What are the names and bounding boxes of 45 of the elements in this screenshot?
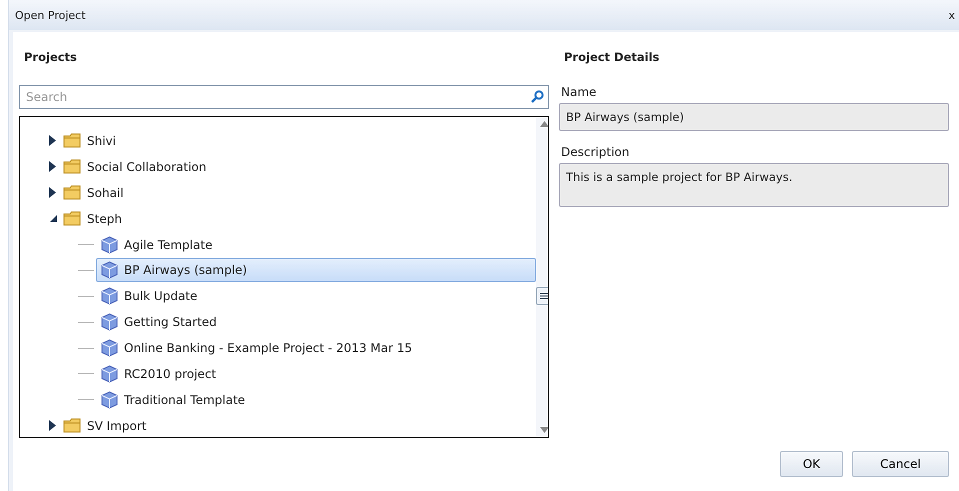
cube-icon — [101, 261, 118, 280]
expand-arrow-icon[interactable] — [49, 135, 56, 146]
tree-item[interactable]: Getting Started — [96, 310, 222, 334]
field-label: Description — [560, 144, 630, 161]
description-field[interactable]: This is a sample project for BP Airways. — [559, 163, 949, 207]
expand-arrow-icon[interactable] — [49, 161, 56, 172]
name-field[interactable]: BP Airways (sample) — [559, 103, 949, 131]
ok-button[interactable]: OK — [780, 451, 843, 477]
tree-item[interactable]: Bulk Update — [96, 284, 202, 308]
expand-arrow-icon[interactable] — [49, 187, 56, 198]
tree-folder[interactable]: Social Collaboration — [58, 156, 212, 178]
cube-icon — [101, 364, 118, 383]
tree-item[interactable]: Agile Template — [96, 232, 218, 256]
collapse-arrow-icon[interactable] — [49, 214, 58, 224]
cancel-button[interactable]: Cancel — [852, 451, 949, 477]
tree-folder[interactable]: Steph — [58, 208, 127, 230]
search-icon[interactable] — [531, 90, 544, 103]
folder-icon — [63, 211, 81, 226]
scroll-down-icon[interactable] — [540, 427, 548, 433]
tree-item[interactable]: Traditional Template — [96, 388, 250, 412]
expand-arrow-icon[interactable] — [49, 420, 56, 432]
tree-item[interactable]: Online Banking - Example Project - 2013 Mar 15 — [96, 336, 418, 360]
scrollbar[interactable] — [536, 117, 548, 437]
field-label: Name — [560, 85, 598, 101]
window-title: Open Project — [15, 8, 86, 22]
scroll-thumb[interactable] — [536, 287, 548, 305]
cube-icon — [101, 313, 118, 332]
cube-icon — [101, 390, 118, 409]
tree-item[interactable]: RC2010 project — [96, 362, 222, 386]
scroll-up-icon[interactable] — [540, 121, 548, 127]
tree-item[interactable]: BP Airways (sample) — [96, 258, 536, 282]
search-field[interactable]: Search — [19, 85, 549, 109]
tree-folder[interactable]: Sohail — [58, 182, 129, 204]
tree-folder[interactable]: Shivi — [58, 130, 121, 152]
section-heading: Project Details — [563, 49, 660, 66]
cube-icon — [101, 287, 118, 306]
cube-icon — [101, 339, 118, 358]
folder-icon — [63, 185, 81, 200]
folder-icon — [63, 133, 81, 148]
folder-icon — [63, 159, 81, 174]
section-heading: Projects — [23, 49, 78, 66]
close-button[interactable]: x — [948, 8, 955, 22]
tree-folder[interactable]: SV Import — [58, 415, 152, 436]
folder-icon — [63, 418, 81, 434]
cube-icon — [101, 236, 118, 254]
